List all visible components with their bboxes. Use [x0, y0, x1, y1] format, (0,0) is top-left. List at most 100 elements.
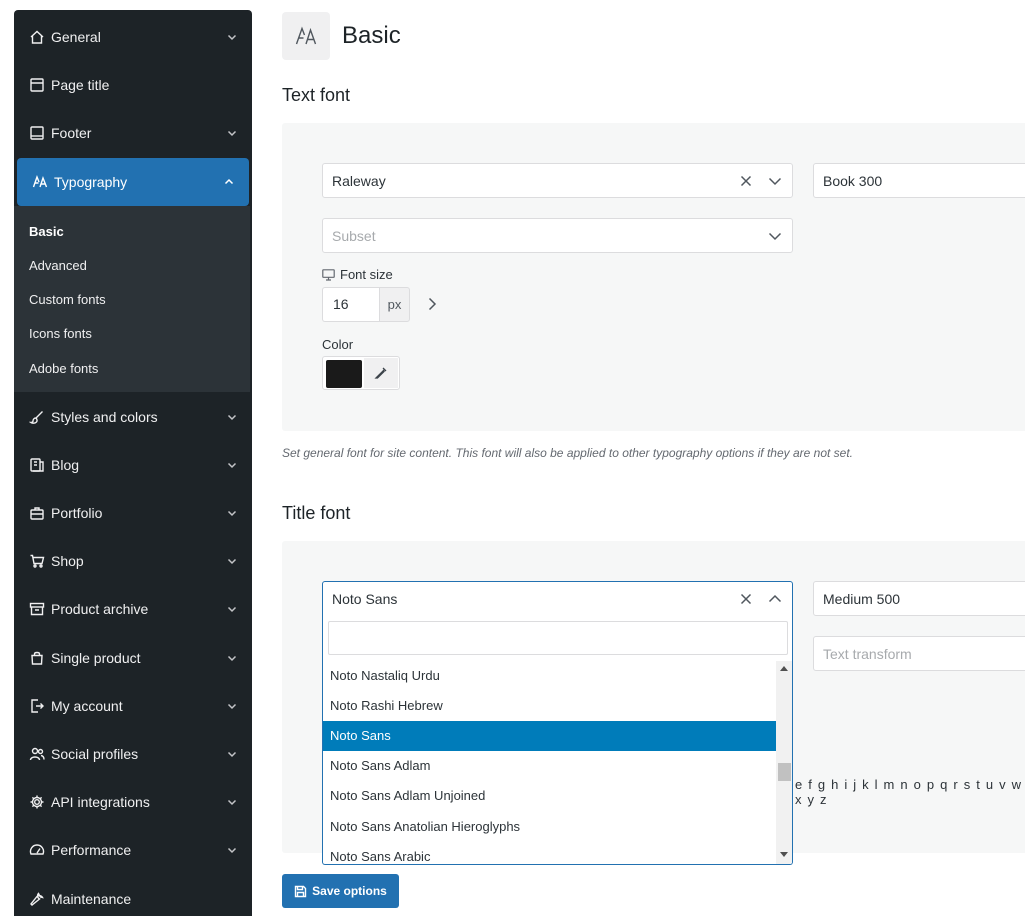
typography-icon [31, 173, 49, 191]
sidebar-item-maintenance[interactable]: Maintenance [14, 875, 252, 916]
chevron-down-icon [226, 747, 238, 759]
footer-icon [28, 124, 46, 142]
sidebar: General Page title Footer Typography Bas… [14, 10, 252, 916]
sidebar-item-label: My account [51, 698, 123, 714]
text-font-family-select[interactable]: Raleway [322, 163, 793, 198]
chevron-down-icon [226, 506, 238, 518]
sidebar-item-label: Maintenance [51, 891, 132, 907]
submenu-item-adobe-fonts[interactable]: Adobe fonts [29, 361, 98, 376]
scroll-down-arrow[interactable] [780, 852, 788, 857]
blog-icon [28, 456, 46, 474]
sidebar-item-label: Shop [51, 553, 84, 569]
dropdown-search-input[interactable] [328, 621, 788, 655]
dropdown-option[interactable]: Noto Sans Anatolian Hieroglyphs [323, 812, 776, 842]
typography-submenu: Basic Advanced Custom fonts Icons fonts … [14, 206, 250, 392]
sidebar-item-blog[interactable]: Blog [14, 441, 252, 489]
eyedropper-button[interactable] [364, 358, 398, 388]
title-font-weight-value: Medium 500 [823, 590, 901, 607]
font-preview-text: e f g h i j k l m n o p q r s t u v w x … [795, 777, 1023, 807]
chevron-down-icon [226, 699, 238, 711]
chevron-up-icon[interactable] [767, 591, 783, 607]
sidebar-item-label: Social profiles [51, 746, 139, 762]
sidebar-item-label: Performance [51, 842, 132, 858]
dropdown-options-list: Noto Nastaliq Urdu Noto Rashi Hebrew Not… [323, 661, 776, 864]
typography-icon [282, 12, 330, 60]
dropdown-option[interactable]: Noto Rashi Hebrew [323, 691, 776, 721]
text-transform-placeholder: Text transform [823, 645, 912, 662]
submenu-item-basic[interactable]: Basic [29, 224, 64, 239]
scroll-thumb[interactable] [778, 763, 791, 781]
clear-icon[interactable] [738, 173, 754, 189]
dropdown-option-selected[interactable]: Noto Sans [323, 721, 776, 751]
sidebar-item-footer[interactable]: Footer [14, 109, 252, 157]
cart-icon [28, 552, 46, 570]
font-size-input[interactable]: 16 [322, 287, 380, 322]
eyedropper-icon [374, 367, 387, 379]
subset-select[interactable]: Subset [322, 218, 793, 253]
wrench-icon [28, 890, 46, 908]
title-font-family-value: Noto Sans [332, 590, 398, 607]
archive-icon [28, 600, 46, 618]
font-size-label: Font size [322, 267, 393, 282]
dropdown-option[interactable]: Noto Sans Arabic [323, 842, 776, 864]
sidebar-item-single-product[interactable]: Single product [14, 634, 252, 682]
sidebar-item-label: Styles and colors [51, 409, 158, 425]
sidebar-item-portfolio[interactable]: Portfolio [14, 489, 252, 537]
gear-icon [28, 793, 46, 811]
title-font-weight-select[interactable]: Medium 500 [813, 581, 1025, 616]
dropdown-scrollbar[interactable] [776, 661, 792, 864]
color-picker[interactable] [322, 356, 400, 390]
color-swatch[interactable] [326, 360, 362, 388]
account-icon [28, 697, 46, 715]
text-transform-select[interactable]: Text transform [813, 636, 1025, 671]
chevron-down-icon [226, 30, 238, 42]
save-button-label: Save options [312, 884, 387, 898]
chevron-down-icon[interactable] [767, 228, 783, 244]
page-title: Basic [342, 22, 401, 49]
sidebar-item-styles-and-colors[interactable]: Styles and colors [14, 393, 252, 441]
scroll-up-arrow[interactable] [780, 666, 788, 671]
clear-icon[interactable] [738, 591, 754, 607]
sidebar-item-typography[interactable]: Typography [17, 158, 249, 206]
chevron-down-icon [226, 795, 238, 807]
people-icon [28, 745, 46, 763]
sidebar-item-api-integrations[interactable]: API integrations [14, 778, 252, 826]
dropdown-option[interactable]: Noto Nastaliq Urdu [323, 661, 776, 691]
sidebar-item-shop[interactable]: Shop [14, 537, 252, 585]
briefcase-icon [28, 504, 46, 522]
chevron-right-icon[interactable] [424, 296, 440, 312]
submenu-item-advanced[interactable]: Advanced [29, 258, 87, 273]
sidebar-item-performance[interactable]: Performance [14, 826, 252, 874]
sidebar-item-my-account[interactable]: My account [14, 682, 252, 730]
text-font-family-value: Raleway [332, 172, 386, 189]
sidebar-item-label: Blog [51, 457, 80, 473]
text-font-weight-value: Book 300 [823, 172, 883, 189]
title-font-family-select[interactable]: Noto Sans [322, 581, 793, 616]
text-font-weight-select[interactable]: Book 300 [813, 163, 1025, 198]
chevron-down-icon [226, 843, 238, 855]
sidebar-item-page-title[interactable]: Page title [14, 61, 252, 109]
font-size-label-text: Font size [340, 267, 393, 282]
sidebar-item-label: Product archive [51, 601, 149, 617]
sidebar-item-label: General [51, 29, 101, 45]
sidebar-item-general[interactable]: General [14, 13, 252, 61]
chevron-down-icon [226, 651, 238, 663]
color-label: Color [322, 337, 354, 352]
chevron-down-icon [226, 410, 238, 422]
sidebar-item-social-profiles[interactable]: Social profiles [14, 730, 252, 778]
chevron-down-icon [226, 126, 238, 138]
font-size-unit[interactable]: px [379, 287, 410, 322]
submenu-item-custom-fonts[interactable]: Custom fonts [29, 292, 106, 307]
chevron-down-icon[interactable] [767, 173, 783, 189]
chevron-down-icon [226, 458, 238, 470]
chevron-up-icon [223, 175, 235, 187]
submenu-item-icons-fonts[interactable]: Icons fonts [29, 326, 92, 341]
sidebar-item-product-archive[interactable]: Product archive [14, 585, 252, 633]
sidebar-item-label: Portfolio [51, 505, 103, 521]
dropdown-option[interactable]: Noto Sans Adlam [323, 751, 776, 781]
home-icon [28, 28, 46, 46]
save-options-button[interactable]: Save options [282, 874, 399, 908]
dropdown-option[interactable]: Noto Sans Adlam Unjoined [323, 781, 776, 811]
sidebar-item-label: Footer [51, 125, 92, 141]
brush-icon [28, 408, 46, 426]
